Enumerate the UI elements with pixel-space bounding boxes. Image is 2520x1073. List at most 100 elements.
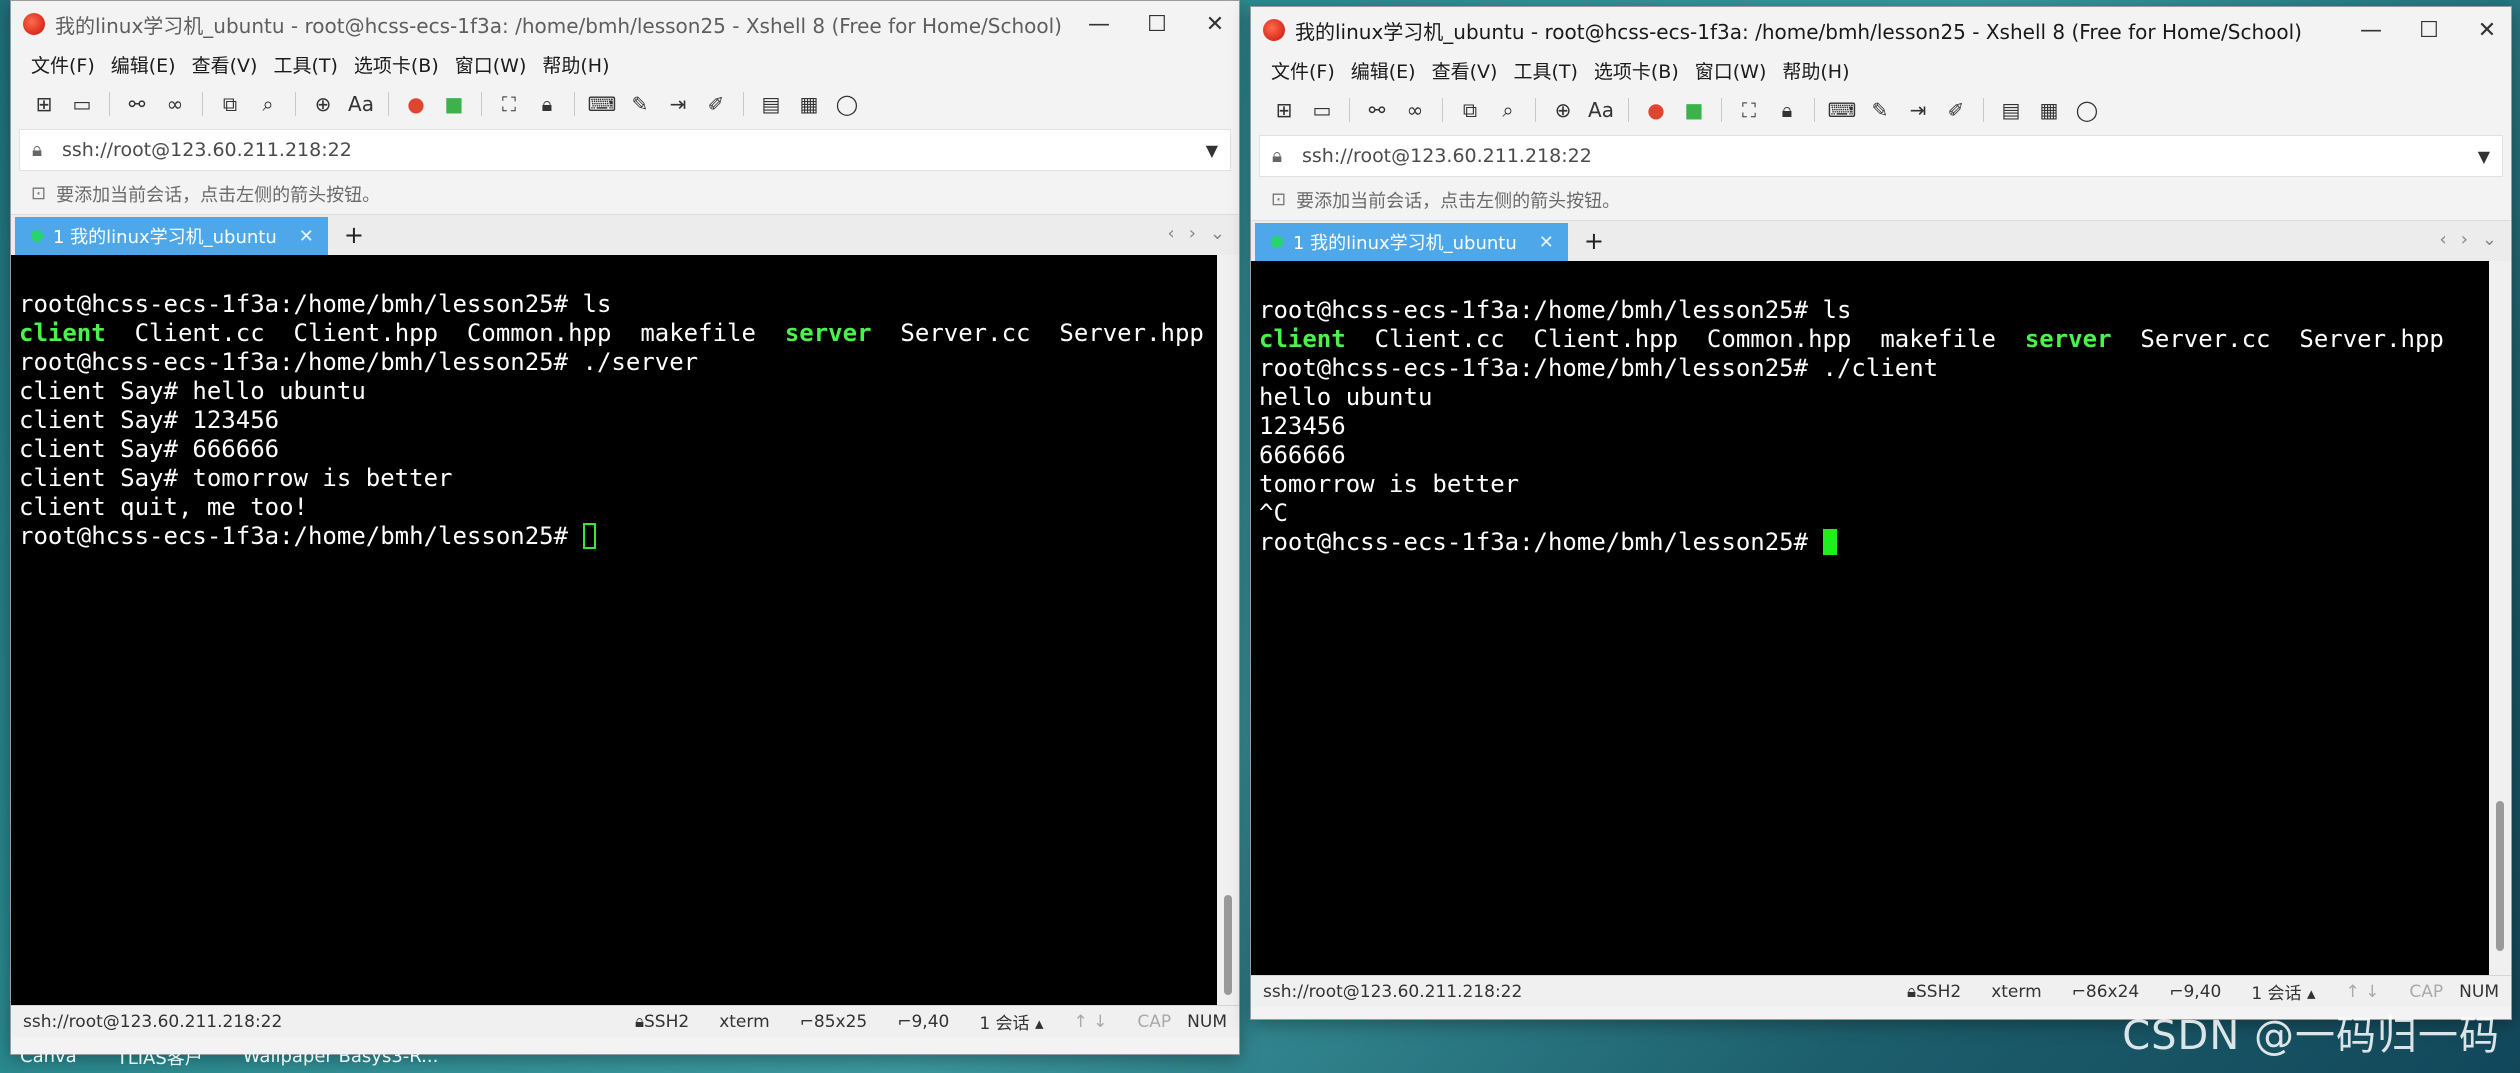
copy-icon[interactable]: ⧉: [1455, 95, 1485, 125]
menu-tabs[interactable]: 选项卡(B): [354, 51, 439, 78]
scrollbar[interactable]: [1217, 255, 1239, 1005]
new-session-icon[interactable]: ⊞: [29, 89, 59, 119]
compose-icon[interactable]: ✐: [701, 89, 731, 119]
status-arrows-icon[interactable]: ↑ ↓: [2346, 982, 2380, 1002]
globe-icon[interactable]: ⊕: [308, 89, 338, 119]
address-bar[interactable]: 🔒︎ ssh://root@123.60.211.218:22 ▼: [19, 129, 1231, 171]
close-icon[interactable]: ✕: [2475, 18, 2499, 43]
open-folder-icon[interactable]: ▭: [1307, 95, 1337, 125]
transfer-icon[interactable]: ⇥: [1903, 95, 1933, 125]
tab-list-icon[interactable]: ⌄: [2482, 229, 2497, 250]
status-size: ⌐86x24: [2071, 981, 2140, 1002]
open-folder-icon[interactable]: ▭: [67, 89, 97, 119]
menu-view[interactable]: 查看(V): [1432, 57, 1498, 84]
add-tab-icon[interactable]: +: [1584, 227, 1604, 255]
tab-next-icon[interactable]: ›: [2461, 229, 2468, 250]
menu-file[interactable]: 文件(F): [1271, 57, 1335, 84]
scrollbar-thumb[interactable]: [2496, 801, 2504, 951]
chevron-down-icon[interactable]: ▼: [1206, 141, 1218, 160]
status-sessions[interactable]: 1 会话 ▴: [2251, 979, 2315, 1004]
add-tab-icon[interactable]: +: [344, 221, 364, 249]
add-session-icon[interactable]: ⊡: [31, 183, 46, 204]
close-icon[interactable]: ✕: [1203, 12, 1227, 37]
fullscreen-icon[interactable]: ⛶: [1734, 95, 1764, 125]
log-icon[interactable]: ▤: [756, 89, 786, 119]
terminal-cursor: [582, 523, 596, 549]
font-icon[interactable]: Aa: [346, 89, 376, 119]
reconnect-icon[interactable]: ∞: [160, 89, 190, 119]
tab-close-icon[interactable]: ✕: [299, 226, 314, 247]
menu-window[interactable]: 窗口(W): [455, 51, 527, 78]
scrollbar[interactable]: [2489, 261, 2511, 975]
reconnect-icon[interactable]: ∞: [1400, 95, 1430, 125]
disconnect-icon[interactable]: ⚯: [122, 89, 152, 119]
new-session-icon[interactable]: ⊞: [1269, 95, 1299, 125]
menu-tabs[interactable]: 选项卡(B): [1594, 57, 1679, 84]
disconnect-icon[interactable]: ⚯: [1362, 95, 1392, 125]
lock-icon[interactable]: 🔒︎: [1772, 95, 1802, 125]
terminal[interactable]: root@hcss-ecs-1f3a:/home/bmh/lesson25# l…: [11, 255, 1239, 1005]
maximize-icon[interactable]: ☐: [1145, 12, 1169, 37]
status-bar: ssh://root@123.60.211.218:22 🔒︎SSH2 xter…: [11, 1005, 1239, 1037]
chat-icon[interactable]: ◯: [2072, 95, 2102, 125]
xshell-icon[interactable]: ●: [401, 89, 431, 119]
tab-prev-icon[interactable]: ‹: [2440, 229, 2447, 250]
status-sessions[interactable]: 1 会话 ▴: [979, 1009, 1043, 1034]
xshell-icon[interactable]: ●: [1641, 95, 1671, 125]
menu-edit[interactable]: 编辑(E): [1351, 57, 1416, 84]
minimize-icon[interactable]: —: [2359, 18, 2383, 43]
status-address: ssh://root@123.60.211.218:22: [23, 1011, 283, 1032]
menu-tools[interactable]: 工具(T): [1513, 57, 1577, 84]
scrollbar-thumb[interactable]: [1224, 895, 1232, 995]
script-icon[interactable]: ✎: [625, 89, 655, 119]
menu-window[interactable]: 窗口(W): [1695, 57, 1767, 84]
menu-help[interactable]: 帮助(H): [542, 51, 609, 78]
desktop-item[interactable]: TLIAS客户: [117, 1044, 203, 1070]
terminal[interactable]: root@hcss-ecs-1f3a:/home/bmh/lesson25# l…: [1251, 261, 2511, 975]
tab-next-icon[interactable]: ›: [1189, 223, 1196, 244]
log-icon[interactable]: ▤: [1996, 95, 2026, 125]
lock-icon[interactable]: 🔒︎: [532, 89, 562, 119]
tab-list-icon[interactable]: ⌄: [1210, 223, 1225, 244]
chat-icon[interactable]: ◯: [832, 89, 862, 119]
layout-icon[interactable]: ▦: [794, 89, 824, 119]
address-lock-icon: 🔒︎: [1272, 145, 1283, 167]
tab-session[interactable]: 1 我的linux学习机_ubuntu ✕: [15, 217, 328, 255]
menu-edit[interactable]: 编辑(E): [111, 51, 176, 78]
font-icon[interactable]: Aa: [1586, 95, 1616, 125]
status-arrows-icon[interactable]: ↑ ↓: [1074, 1012, 1108, 1032]
tab-label: 1 我的linux学习机_ubuntu: [1293, 233, 1517, 254]
tab-label: 1 我的linux学习机_ubuntu: [53, 227, 277, 248]
maximize-icon[interactable]: ☐: [2417, 18, 2441, 43]
desktop-item[interactable]: Wallpaper Basys3-R...: [243, 1046, 439, 1067]
xftp-icon[interactable]: ■: [1679, 95, 1709, 125]
keyboard-icon[interactable]: ⌨: [1827, 95, 1857, 125]
transfer-icon[interactable]: ⇥: [663, 89, 693, 119]
search-icon[interactable]: ⌕: [1493, 95, 1523, 125]
fullscreen-icon[interactable]: ⛶: [494, 89, 524, 119]
keyboard-icon[interactable]: ⌨: [587, 89, 617, 119]
copy-icon[interactable]: ⧉: [215, 89, 245, 119]
menu-file[interactable]: 文件(F): [31, 51, 95, 78]
search-icon[interactable]: ⌕: [253, 89, 283, 119]
address-bar[interactable]: 🔒︎ ssh://root@123.60.211.218:22 ▼: [1259, 135, 2503, 177]
script-icon[interactable]: ✎: [1865, 95, 1895, 125]
menu-tools[interactable]: 工具(T): [273, 51, 337, 78]
xftp-icon[interactable]: ■: [439, 89, 469, 119]
title-bar[interactable]: 我的linux学习机_ubuntu - root@hcss-ecs-1f3a: …: [1251, 7, 2511, 53]
menu-view[interactable]: 查看(V): [192, 51, 258, 78]
minimize-icon[interactable]: —: [1087, 12, 1111, 37]
title-bar[interactable]: 我的linux学习机_ubuntu - root@hcss-ecs-1f3a: …: [11, 1, 1239, 47]
chevron-down-icon[interactable]: ▼: [2478, 147, 2490, 166]
compose-icon[interactable]: ✐: [1941, 95, 1971, 125]
tab-session[interactable]: 1 我的linux学习机_ubuntu ✕: [1255, 223, 1568, 261]
tab-prev-icon[interactable]: ‹: [1168, 223, 1175, 244]
layout-icon[interactable]: ▦: [2034, 95, 2064, 125]
terminal-line: client quit, me too!: [19, 493, 308, 521]
tab-close-icon[interactable]: ✕: [1539, 232, 1554, 253]
add-session-icon[interactable]: ⊡: [1271, 189, 1286, 210]
menu-help[interactable]: 帮助(H): [1782, 57, 1849, 84]
status-protocol: 🔒︎SSH2: [634, 1011, 690, 1032]
globe-icon[interactable]: ⊕: [1548, 95, 1578, 125]
desktop-item[interactable]: Canva: [20, 1046, 77, 1067]
